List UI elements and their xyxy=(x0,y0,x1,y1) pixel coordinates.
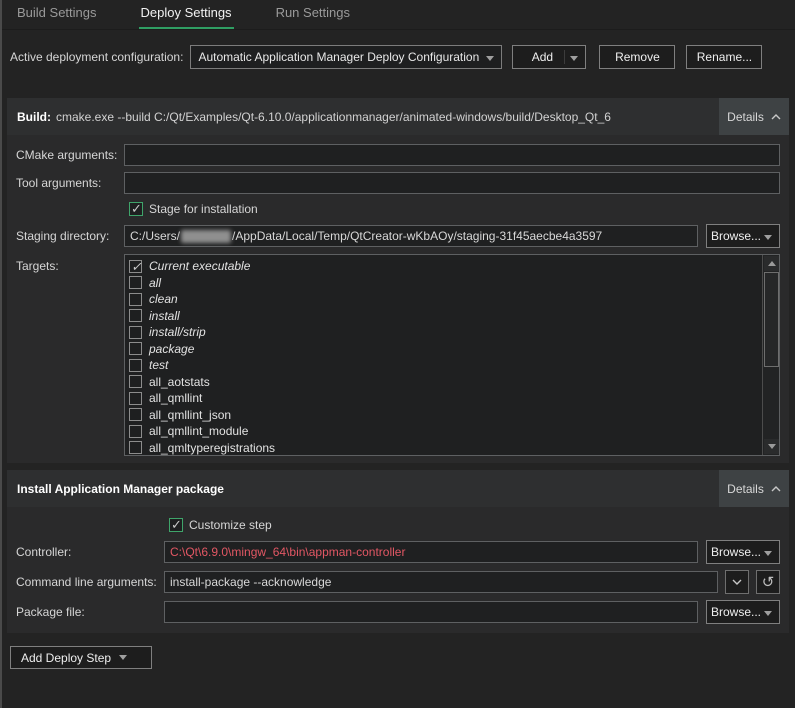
add-config-button[interactable]: Add xyxy=(512,45,586,69)
tool-arguments-label: Tool arguments: xyxy=(7,176,124,190)
command-line-arguments-input[interactable] xyxy=(164,571,718,593)
scroll-down-button[interactable] xyxy=(764,439,779,454)
controller-input[interactable] xyxy=(164,541,698,563)
remove-config-button[interactable]: Remove xyxy=(599,45,675,69)
install-step-panel: Install Application Manager package Deta… xyxy=(7,470,789,633)
target-checkbox[interactable] xyxy=(129,392,142,405)
tool-arguments-input[interactable] xyxy=(124,172,780,194)
target-checkbox[interactable] xyxy=(129,326,142,339)
scrollbar-thumb[interactable] xyxy=(764,272,779,367)
staging-browse-button[interactable]: Browse... xyxy=(706,224,780,248)
target-item[interactable]: all_qmllint xyxy=(129,390,759,406)
stage-for-installation-checkbox[interactable] xyxy=(129,202,143,216)
build-step-command: cmake.exe --build C:/Qt/Examples/Qt-6.10… xyxy=(56,110,611,124)
target-checkbox[interactable] xyxy=(129,408,142,421)
chevron-down-icon xyxy=(764,551,772,556)
target-item[interactable]: all_qmllint_json xyxy=(129,407,759,423)
rename-config-button[interactable]: Rename... xyxy=(686,45,762,69)
target-checkbox[interactable] xyxy=(129,342,142,355)
target-checkbox[interactable] xyxy=(129,375,142,388)
staging-directory-label: Staging directory: xyxy=(7,229,124,243)
install-step-title: Install Application Manager package xyxy=(17,482,224,496)
target-item[interactable]: test xyxy=(129,357,759,373)
reset-button[interactable]: ↺ xyxy=(756,570,780,594)
triangle-up-icon xyxy=(768,261,776,266)
build-step-title: Build: xyxy=(17,110,51,124)
add-deploy-step-button[interactable]: Add Deploy Step xyxy=(10,646,152,669)
controller-label: Controller: xyxy=(7,545,164,559)
stage-for-installation-label: Stage for installation xyxy=(149,202,258,216)
target-checkbox[interactable] xyxy=(129,309,142,322)
target-item[interactable]: all_qmltyperegistrations xyxy=(129,440,759,456)
scroll-up-button[interactable] xyxy=(764,256,779,271)
target-item[interactable]: Current executable xyxy=(129,258,759,274)
tab-build-settings[interactable]: Build Settings xyxy=(15,0,99,29)
target-item[interactable]: all xyxy=(129,275,759,291)
install-details-button[interactable]: Details xyxy=(719,470,789,507)
chevron-down-icon xyxy=(764,611,772,616)
tab-run-settings[interactable]: Run Settings xyxy=(274,0,352,29)
target-item[interactable]: install/strip xyxy=(129,324,759,340)
target-item[interactable]: clean xyxy=(129,291,759,307)
targets-label: Targets: xyxy=(7,254,124,273)
tab-deploy-settings[interactable]: Deploy Settings xyxy=(139,0,234,29)
build-details-button[interactable]: Details xyxy=(719,98,789,135)
target-checkbox[interactable] xyxy=(129,276,142,289)
cmake-arguments-label: CMake arguments: xyxy=(7,148,124,162)
deploy-config-selected: Automatic Application Manager Deploy Con… xyxy=(198,50,479,64)
command-line-arguments-label: Command line arguments: xyxy=(7,575,164,589)
build-step-header: Build: cmake.exe --build C:/Qt/Examples/… xyxy=(7,98,789,135)
triangle-down-icon xyxy=(768,444,776,449)
customize-step-checkbox[interactable] xyxy=(169,518,183,532)
cmake-arguments-input[interactable] xyxy=(124,144,780,166)
package-file-label: Package file: xyxy=(7,605,164,619)
chevron-down-icon xyxy=(486,56,494,61)
install-step-header: Install Application Manager package Deta… xyxy=(7,470,789,507)
target-item[interactable]: all_qmllint_module xyxy=(129,423,759,439)
settings-tabbar: Build Settings Deploy Settings Run Setti… xyxy=(2,0,795,30)
chevron-down-icon xyxy=(119,655,127,660)
package-browse-button[interactable]: Browse... xyxy=(706,600,780,624)
deploy-config-combobox[interactable]: Automatic Application Manager Deploy Con… xyxy=(190,45,502,69)
targets-scrollbar[interactable] xyxy=(762,255,779,455)
customize-step-label: Customize step xyxy=(189,518,272,532)
chevron-down-icon xyxy=(764,235,772,240)
chevron-up-icon xyxy=(771,114,781,120)
chevron-down-icon xyxy=(570,56,578,61)
package-file-input[interactable] xyxy=(164,601,698,623)
target-checkbox[interactable] xyxy=(129,293,142,306)
target-checkbox[interactable] xyxy=(129,359,142,372)
variables-chooser-button[interactable] xyxy=(725,570,749,594)
controller-browse-button[interactable]: Browse... xyxy=(706,540,780,564)
chevron-up-icon xyxy=(771,486,781,492)
target-item[interactable]: all_aotstats xyxy=(129,374,759,390)
active-config-label: Active deployment configuration: xyxy=(10,50,183,64)
chevron-down-icon xyxy=(732,579,742,585)
target-checkbox[interactable] xyxy=(129,441,142,454)
targets-list[interactable]: Current executable all clean install ins… xyxy=(124,254,780,456)
build-step-panel: Build: cmake.exe --build C:/Qt/Examples/… xyxy=(7,98,789,463)
target-checkbox[interactable] xyxy=(129,260,142,273)
target-item[interactable]: package xyxy=(129,341,759,357)
staging-directory-input[interactable]: C:/Users//AppData/Local/Temp/QtCreator-w… xyxy=(124,225,698,247)
active-config-row: Active deployment configuration: Automat… xyxy=(10,45,787,69)
target-item[interactable]: install xyxy=(129,308,759,324)
redacted-username xyxy=(181,230,231,243)
target-checkbox[interactable] xyxy=(129,425,142,438)
reset-icon: ↺ xyxy=(762,575,775,590)
